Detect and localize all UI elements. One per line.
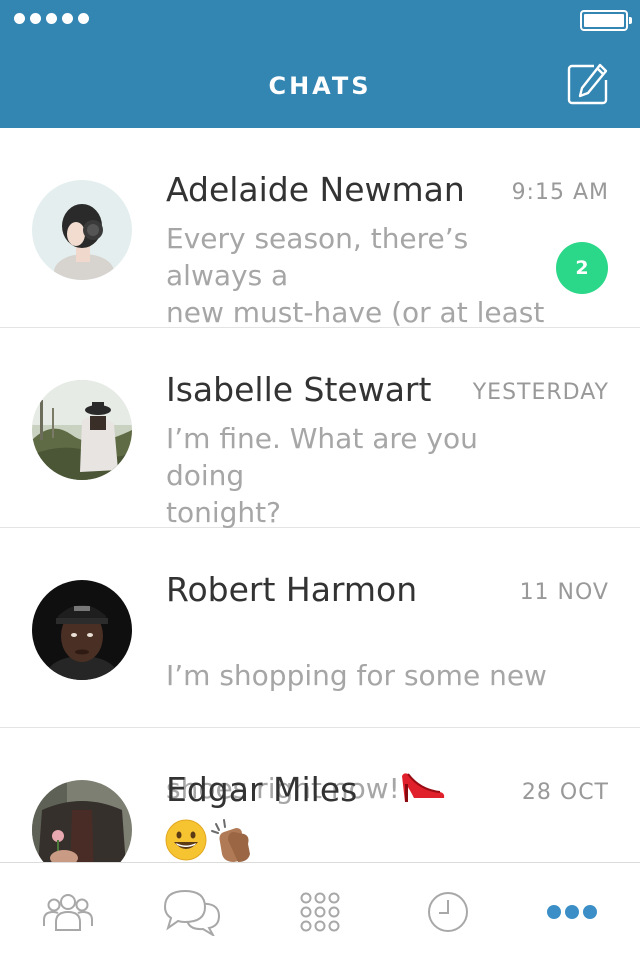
contact-name: Edgar Miles bbox=[166, 770, 358, 809]
message-preview bbox=[164, 818, 258, 862]
grinning-face-icon bbox=[165, 819, 207, 861]
avatar[interactable] bbox=[32, 780, 132, 862]
avatar[interactable] bbox=[32, 180, 132, 280]
avatar-photo bbox=[32, 780, 132, 862]
avatar-photo bbox=[32, 380, 132, 480]
tab-apps[interactable] bbox=[290, 885, 350, 939]
page-title: CHATS bbox=[268, 72, 372, 100]
tab-contacts[interactable] bbox=[38, 885, 98, 939]
message-time: YESTERDAY bbox=[472, 380, 609, 405]
apps-grid-icon bbox=[300, 892, 340, 932]
recent-clock-icon bbox=[428, 892, 468, 932]
tab-chats[interactable] bbox=[162, 885, 222, 939]
message-preview-line: I’m shopping for some new bbox=[166, 659, 547, 692]
chat-list[interactable]: Adelaide Newman 9:15 AM Every season, th… bbox=[0, 128, 640, 862]
clapping-hands-icon bbox=[211, 819, 250, 862]
contact-name: Robert Harmon bbox=[166, 570, 418, 609]
battery-icon bbox=[580, 10, 632, 31]
compose-button[interactable] bbox=[566, 62, 610, 106]
avatar[interactable] bbox=[32, 380, 132, 480]
header-bar: CHATS bbox=[0, 0, 640, 128]
message-preview: Every season, there’s always a new must-… bbox=[166, 222, 545, 329]
avatar[interactable] bbox=[32, 580, 132, 680]
avatar-photo bbox=[32, 580, 132, 680]
unread-badge: 2 bbox=[556, 242, 608, 294]
avatar-photo bbox=[32, 180, 132, 280]
chats-icon bbox=[163, 889, 221, 936]
contact-name: Adelaide Newman bbox=[166, 170, 465, 209]
contact-name: Isabelle Stewart bbox=[166, 370, 432, 409]
more-icon bbox=[547, 905, 597, 919]
chat-row-isabelle-stewart[interactable]: Isabelle Stewart YESTERDAY I’m fine. Wha… bbox=[0, 328, 640, 529]
message-time: 28 OCT bbox=[521, 780, 609, 805]
chat-row-robert-harmon[interactable]: Robert Harmon 11 NOV I’m shopping for so… bbox=[0, 528, 640, 805]
tab-bar bbox=[0, 862, 640, 960]
message-time: 11 NOV bbox=[519, 580, 609, 605]
compose-icon bbox=[567, 63, 608, 105]
tab-recent[interactable] bbox=[418, 885, 478, 939]
chat-row-adelaide-newman[interactable]: Adelaide Newman 9:15 AM Every season, th… bbox=[0, 128, 640, 329]
chat-row-edgar-miles[interactable]: Edgar Miles 28 OCT bbox=[0, 728, 640, 862]
message-time: 9:15 AM bbox=[511, 180, 609, 205]
signal-strength-icon bbox=[14, 13, 89, 24]
tab-more[interactable] bbox=[542, 885, 602, 939]
message-preview: I’m fine. What are you doing tonight? bbox=[166, 422, 478, 529]
contacts-icon bbox=[43, 894, 93, 931]
